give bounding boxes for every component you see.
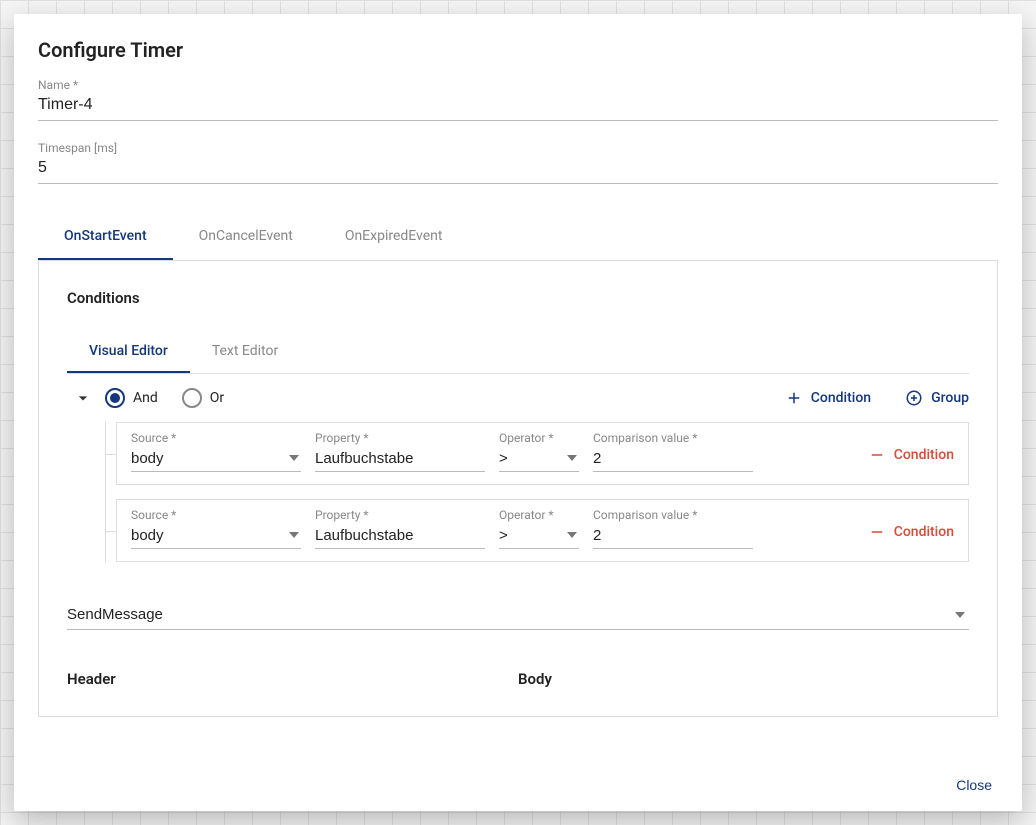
dialog-content[interactable]: Name * Timespan [ms] OnStartEvent OnCanc…	[14, 70, 1022, 759]
add-condition-button[interactable]: Condition	[785, 389, 871, 407]
remove-condition-button[interactable]: Condition	[868, 446, 954, 472]
radio-and[interactable]	[105, 388, 125, 408]
subtab-visual-editor[interactable]: Visual Editor	[67, 331, 190, 373]
plus-icon	[785, 389, 803, 407]
name-input[interactable]	[38, 92, 998, 121]
name-label: Name *	[38, 78, 998, 92]
message-columns: Header Body	[67, 670, 969, 688]
comparison-label: Comparison value *	[593, 431, 753, 445]
minus-icon	[868, 446, 886, 464]
conditions-container: Source * Property * Operator * Co	[105, 422, 969, 562]
timespan-field: Timespan [ms]	[38, 141, 998, 184]
remove-condition-label: Condition	[894, 447, 954, 463]
operator-select[interactable]	[499, 524, 579, 549]
subtab-text-editor[interactable]: Text Editor	[190, 331, 300, 373]
name-field: Name *	[38, 78, 998, 121]
condition-row: Source * Property * Operator * Co	[116, 422, 969, 485]
add-condition-label: Condition	[811, 390, 871, 406]
remove-condition-button[interactable]: Condition	[868, 523, 954, 549]
body-column-title: Body	[518, 670, 969, 688]
configure-timer-dialog: Configure Timer Name * Timespan [ms] OnS…	[14, 14, 1022, 811]
tab-onexpiredevent[interactable]: OnExpiredEvent	[319, 214, 469, 260]
property-label: Property *	[315, 431, 485, 445]
property-input[interactable]	[315, 447, 485, 472]
onstart-panel: Conditions Visual Editor Text Editor And…	[38, 261, 998, 717]
dialog-footer: Close	[14, 759, 1022, 811]
comparison-label: Comparison value *	[593, 508, 753, 522]
tab-oncancelevent[interactable]: OnCancelEvent	[173, 214, 319, 260]
radio-or-label: Or	[210, 390, 224, 406]
minus-icon	[868, 523, 886, 541]
editor-tabs: Visual Editor Text Editor	[67, 331, 969, 374]
conditions-title: Conditions	[67, 289, 969, 307]
operator-select[interactable]	[499, 447, 579, 472]
action-select[interactable]	[67, 602, 969, 630]
tab-onstartevent[interactable]: OnStartEvent	[38, 214, 173, 260]
condition-row: Source * Property * Operator * Co	[116, 499, 969, 562]
operator-label: Operator *	[499, 508, 579, 522]
event-tabs: OnStartEvent OnCancelEvent OnExpiredEven…	[38, 214, 998, 261]
source-label: Source *	[131, 508, 301, 522]
source-select[interactable]	[131, 447, 301, 472]
remove-condition-label: Condition	[894, 524, 954, 540]
logic-row: And Or Condition Group	[67, 374, 969, 422]
radio-and-label: And	[133, 390, 158, 406]
close-button[interactable]: Close	[942, 767, 1006, 803]
source-label: Source *	[131, 431, 301, 445]
add-group-button[interactable]: Group	[905, 389, 969, 407]
plus-circle-icon	[905, 389, 923, 407]
comparison-input[interactable]	[593, 524, 753, 549]
timespan-input[interactable]	[38, 155, 998, 184]
comparison-input[interactable]	[593, 447, 753, 472]
header-column-title: Header	[67, 670, 518, 688]
dialog-title: Configure Timer	[14, 14, 1022, 70]
operator-label: Operator *	[499, 431, 579, 445]
add-group-label: Group	[931, 390, 969, 406]
source-select[interactable]	[131, 524, 301, 549]
timespan-label: Timespan [ms]	[38, 141, 998, 155]
property-input[interactable]	[315, 524, 485, 549]
collapse-toggle[interactable]	[71, 386, 95, 410]
chevron-down-icon	[73, 388, 93, 408]
action-input[interactable]	[67, 602, 969, 630]
property-label: Property *	[315, 508, 485, 522]
radio-or[interactable]	[182, 388, 202, 408]
logic-radio-group: And Or	[105, 388, 248, 408]
